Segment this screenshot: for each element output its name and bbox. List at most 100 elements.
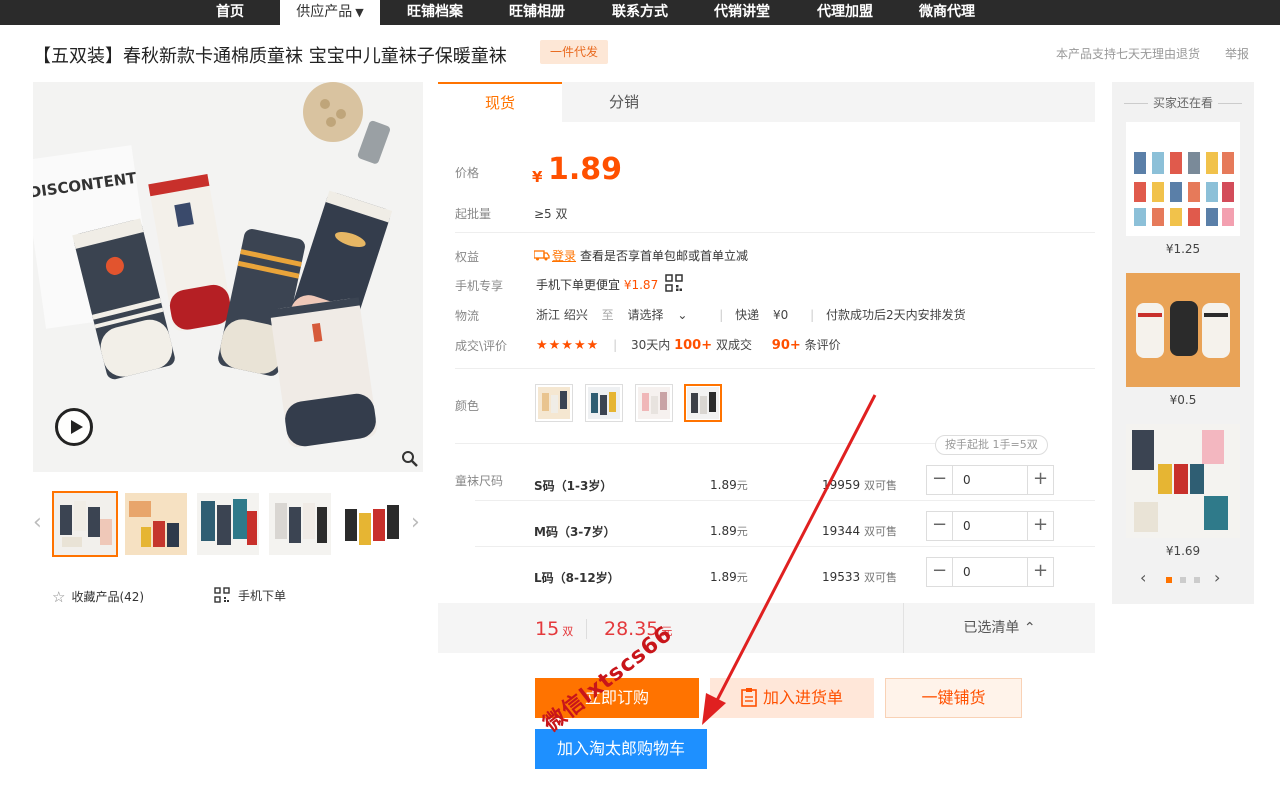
main-product-image[interactable]: DISCONTENT bbox=[33, 82, 423, 472]
qr-code-icon bbox=[214, 587, 230, 603]
rights-label: 权益 bbox=[455, 250, 480, 264]
destination-select[interactable]: 请选择 ⌄ bbox=[628, 308, 698, 322]
product-title: 【五双装】春秋新款卡通棉质童袜 宝宝中儿童袜子保暖童袜 bbox=[33, 46, 507, 67]
play-video-icon[interactable] bbox=[55, 408, 93, 446]
recommendation-price: ¥0.5 bbox=[1169, 393, 1197, 407]
logistics-info: 浙江 绍兴 至 请选择 ⌄ | 快递 ¥0 | 付款成功后2天内安排发货 bbox=[536, 306, 976, 323]
ship-from: 浙江 绍兴 bbox=[536, 308, 588, 322]
report-link[interactable]: 举报 bbox=[1225, 45, 1249, 62]
selected-count-value: 15 bbox=[535, 618, 560, 640]
quantity-input[interactable]: 0 bbox=[954, 466, 1026, 494]
nav-item-album[interactable]: 旺铺相册 bbox=[497, 0, 577, 25]
decrease-button[interactable]: − bbox=[927, 558, 953, 586]
recommendation-item[interactable] bbox=[1126, 273, 1240, 387]
pager-dot[interactable] bbox=[1194, 577, 1200, 583]
color-swatch[interactable] bbox=[535, 384, 573, 422]
picked-list-label: 已选清单 bbox=[963, 620, 1020, 636]
chevron-up-icon: ⌃ bbox=[1023, 620, 1036, 636]
express-label: 快递 bbox=[735, 308, 760, 322]
quantity-input[interactable]: 0 bbox=[954, 512, 1026, 540]
thumbnail[interactable] bbox=[341, 493, 403, 555]
nav-item-home[interactable]: 首页 bbox=[200, 0, 260, 25]
nav-item-contact[interactable]: 联系方式 bbox=[600, 0, 680, 25]
mobile-exclusive-info: 手机下单更便宜 ¥1.87 bbox=[536, 276, 658, 293]
add-to-cart-button[interactable]: 加入淘太郎购物车 bbox=[535, 729, 707, 769]
price-value: 1.89 bbox=[548, 152, 623, 187]
thumbnail[interactable] bbox=[125, 493, 187, 555]
selected-count-unit: 双 bbox=[562, 625, 574, 638]
return-policy-note: 本产品支持七天无理由退货 bbox=[1056, 47, 1201, 61]
recommendation-item[interactable] bbox=[1126, 424, 1240, 538]
deal-info: ★★★★★ | 30天内 100+ 双成交 90+ 条评价 bbox=[536, 336, 841, 353]
size-name: L码（8-12岁） bbox=[534, 571, 620, 585]
nav-item-wechat-agent[interactable]: 微商代理 bbox=[907, 0, 987, 25]
pager-dot[interactable] bbox=[1166, 577, 1172, 583]
decrease-button[interactable]: − bbox=[927, 466, 953, 494]
favorite-product[interactable]: ☆ 收藏产品(42) bbox=[52, 588, 144, 606]
decrease-button[interactable]: − bbox=[927, 512, 953, 540]
nav-item-label: 供应产品 bbox=[296, 4, 353, 20]
quantity-stepper: − 0 + bbox=[926, 465, 1054, 495]
divider bbox=[455, 368, 1095, 369]
recommendation-item[interactable] bbox=[1126, 122, 1240, 236]
mobile-order[interactable]: 手机下单 bbox=[214, 587, 286, 604]
separator bbox=[586, 619, 587, 639]
one-key-distribute-button[interactable]: 一键铺货 bbox=[885, 678, 1022, 718]
recommendations-title: 买家还在看 bbox=[1112, 94, 1254, 111]
shipping-fee: ¥0 bbox=[772, 308, 789, 322]
review-count[interactable]: 90+ bbox=[772, 338, 801, 353]
truck-icon bbox=[534, 250, 550, 261]
color-label: 颜色 bbox=[455, 399, 480, 413]
zoom-icon[interactable] bbox=[401, 450, 419, 468]
recommendations-panel: 买家还在看 ¥1.25 ¥0.5 ¥1.69 ‹ › bbox=[1112, 82, 1254, 604]
deals-label: 成交\评价 bbox=[455, 339, 508, 353]
chevron-right-icon[interactable]: › bbox=[1214, 568, 1220, 587]
thumbnail-strip: ‹ › bbox=[33, 490, 425, 558]
deal-count-unit: 双成交 bbox=[715, 338, 752, 352]
batch-hint: 按手起批 1手=5双 bbox=[935, 435, 1048, 455]
thumbnail[interactable] bbox=[197, 493, 259, 555]
price-label: 价格 bbox=[455, 166, 480, 180]
color-swatch[interactable] bbox=[585, 384, 623, 422]
chevron-left-icon[interactable]: ‹ bbox=[33, 510, 42, 535]
recommendation-price: ¥1.69 bbox=[1165, 544, 1201, 558]
qr-code-icon[interactable] bbox=[665, 274, 683, 292]
mobile-exclusive-text: 手机下单更便宜 bbox=[536, 278, 621, 292]
min-qty-value: ≥5 双 bbox=[534, 207, 568, 221]
increase-button[interactable]: + bbox=[1027, 512, 1053, 540]
chevron-left-icon[interactable]: ‹ bbox=[1140, 568, 1146, 587]
picked-list-toggle[interactable]: 已选清单 ⌃ bbox=[903, 603, 1095, 653]
separator: | bbox=[613, 338, 618, 352]
nav-item-lecture[interactable]: 代销讲堂 bbox=[702, 0, 782, 25]
min-qty-label: 起批量 bbox=[455, 207, 492, 221]
increase-button[interactable]: + bbox=[1027, 558, 1053, 586]
nav-item-products[interactable]: 供应产品 ▼ bbox=[280, 0, 380, 25]
quantity-stepper: − 0 + bbox=[926, 511, 1054, 541]
rights-text: 查看是否享首单包邮或首单立减 bbox=[580, 249, 749, 263]
rating-stars-icon: ★★★★★ bbox=[536, 338, 600, 353]
thumbnail[interactable] bbox=[269, 493, 331, 555]
chevron-right-icon[interactable]: › bbox=[411, 510, 420, 535]
tab-distribution[interactable]: 分销 bbox=[562, 82, 686, 122]
deal-count: 100+ bbox=[674, 338, 713, 353]
login-link[interactable]: 登录 bbox=[552, 249, 576, 263]
logistics-label: 物流 bbox=[455, 309, 480, 323]
nav-item-franchise[interactable]: 代理加盟 bbox=[805, 0, 885, 25]
increase-button[interactable]: + bbox=[1027, 466, 1053, 494]
tab-in-stock[interactable]: 现货 bbox=[438, 82, 562, 122]
purchase-tabs: 现货 分销 bbox=[438, 82, 1095, 122]
favorite-label: 收藏产品(42) bbox=[71, 590, 145, 604]
pager-dot[interactable] bbox=[1180, 577, 1186, 583]
product-photo: DISCONTENT bbox=[33, 82, 423, 472]
destination-select-label: 请选择 bbox=[627, 308, 664, 322]
recommendation-price: ¥1.25 bbox=[1165, 242, 1201, 256]
color-swatch[interactable] bbox=[635, 384, 673, 422]
mobile-exclusive-label: 手机专享 bbox=[455, 279, 504, 293]
thumbnail[interactable] bbox=[52, 491, 118, 557]
quantity-input[interactable]: 0 bbox=[954, 558, 1026, 586]
nav-item-profile[interactable]: 旺铺档案 bbox=[395, 0, 475, 25]
ship-note: 付款成功后2天内安排发货 bbox=[825, 308, 966, 322]
review-unit[interactable]: 条评价 bbox=[805, 338, 841, 352]
divider bbox=[455, 232, 1095, 233]
ship-to-label: 至 bbox=[601, 308, 614, 322]
